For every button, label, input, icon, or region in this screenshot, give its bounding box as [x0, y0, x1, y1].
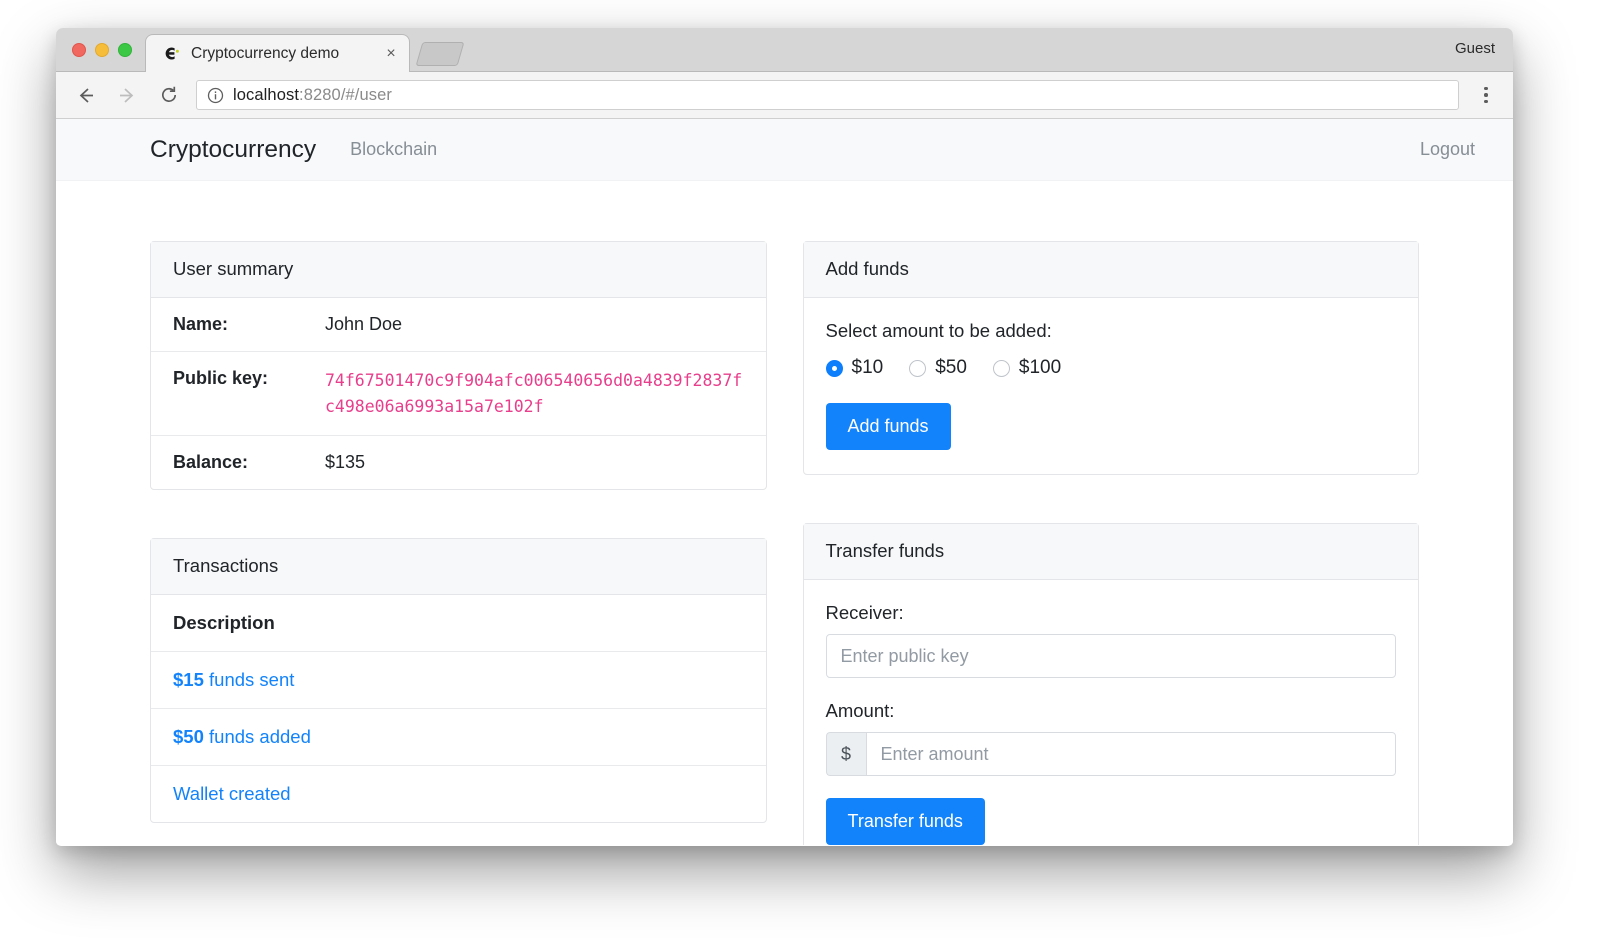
table-row[interactable]: Wallet created: [151, 766, 766, 822]
transfer-funds-button[interactable]: Transfer funds: [825, 798, 985, 845]
url-host: localhost: [233, 85, 300, 104]
new-tab-button[interactable]: [415, 42, 465, 66]
balance-value: $135: [325, 452, 366, 473]
transaction-text: funds added: [203, 726, 311, 748]
transfer-funds-title: Transfer funds: [803, 524, 1418, 580]
transaction-text: funds sent: [203, 669, 295, 691]
transaction-amount: $15: [173, 669, 204, 691]
name-label: Name:: [173, 314, 229, 334]
reload-icon[interactable]: [152, 78, 186, 112]
add-funds-card: Add funds Select amount to be added: $10…: [802, 241, 1419, 475]
browser-menu-icon[interactable]: [1469, 86, 1503, 104]
browser-toolbar: localhost:8280/#/user: [56, 72, 1513, 119]
transaction-text: Wallet created: [173, 783, 291, 805]
main-columns: User summary Name: John Doe Public key: …: [56, 181, 1513, 845]
back-icon[interactable]: [68, 78, 102, 112]
add-funds-button[interactable]: Add funds: [825, 403, 951, 450]
close-window-button[interactable]: [72, 43, 86, 57]
add-funds-title: Add funds: [803, 242, 1418, 298]
browser-tab-title: Cryptocurrency demo: [191, 44, 340, 62]
transactions-card: Transactions Description $15 funds sent …: [150, 538, 767, 824]
browser-tabstrip: Cryptocurrency demo × Guest: [56, 28, 1513, 72]
radio-label: $50: [935, 357, 967, 378]
logout-link[interactable]: Logout: [1420, 139, 1475, 160]
transfer-funds-body: Receiver: Amount: $ Transfer funds: [804, 580, 1419, 845]
browser-tab[interactable]: Cryptocurrency demo ×: [145, 34, 410, 72]
user-summary-card: User summary Name: John Doe Public key: …: [150, 241, 767, 491]
amount-input[interactable]: [865, 732, 1396, 776]
nav-link-blockchain[interactable]: Blockchain: [350, 139, 437, 160]
public-key-value: 74f67501470c9f904afc006540656d0a4839f283…: [325, 371, 743, 416]
left-column: User summary Name: John Doe Public key: …: [150, 241, 767, 845]
transactions-title: Transactions: [151, 539, 766, 596]
add-funds-prompt: Select amount to be added:: [825, 320, 1052, 341]
coin-c-icon: [163, 45, 180, 62]
profile-button[interactable]: Guest: [1455, 40, 1495, 57]
summary-row-balance: Balance: $135: [151, 436, 766, 489]
right-column: Add funds Select amount to be added: $10…: [802, 241, 1419, 845]
summary-row-public-key: Public key: 74f67501470c9f904afc00654065…: [151, 352, 766, 437]
minimize-window-button[interactable]: [95, 43, 109, 57]
transactions-column-header: Description: [151, 595, 766, 653]
add-funds-body: Select amount to be added: $10 $50 $100 …: [804, 298, 1419, 474]
radio-label: $10: [851, 357, 884, 378]
radio-label: $100: [1018, 357, 1062, 378]
app-brand[interactable]: Cryptocurrency: [150, 136, 316, 164]
receiver-label: Receiver:: [825, 602, 904, 623]
public-key-label: Public key:: [173, 368, 269, 388]
app-navbar: Cryptocurrency Blockchain Logout: [56, 119, 1513, 181]
amount-input-group: $: [825, 732, 1396, 776]
site-info-icon[interactable]: [207, 87, 224, 104]
summary-row-name: Name: John Doe: [151, 298, 766, 352]
balance-label: Balance:: [173, 452, 249, 473]
user-summary-title: User summary: [151, 242, 766, 298]
radio-option-50[interactable]: $50: [909, 357, 967, 379]
close-tab-button[interactable]: ×: [378, 41, 404, 67]
table-row[interactable]: $50 funds added: [151, 709, 766, 767]
radio-option-100[interactable]: $100: [992, 357, 1062, 379]
dollar-sign-icon: $: [825, 732, 866, 776]
amount-label: Amount:: [825, 700, 895, 721]
radio-icon[interactable]: [909, 359, 927, 377]
transfer-funds-card: Transfer funds Receiver: Amount: $ Trans…: [802, 523, 1419, 845]
radio-icon[interactable]: [825, 359, 843, 377]
name-value: John Doe: [325, 314, 403, 334]
forward-icon[interactable]: [110, 78, 144, 112]
radio-option-10[interactable]: $10: [825, 357, 884, 379]
transaction-amount: $50: [173, 726, 204, 748]
receiver-input[interactable]: [825, 634, 1396, 678]
radio-icon[interactable]: [992, 359, 1010, 377]
url-path: :8280/#/user: [299, 85, 392, 104]
maximize-window-button[interactable]: [118, 43, 132, 57]
amount-radio-group: $10 $50 $100: [825, 357, 1397, 379]
browser-window: Cryptocurrency demo × Guest localhost:82…: [56, 28, 1513, 846]
page-content: Cryptocurrency Blockchain Logout User su…: [56, 119, 1513, 845]
window-controls: [72, 43, 132, 57]
address-bar[interactable]: localhost:8280/#/user: [196, 80, 1459, 110]
table-row[interactable]: $15 funds sent: [151, 652, 766, 710]
